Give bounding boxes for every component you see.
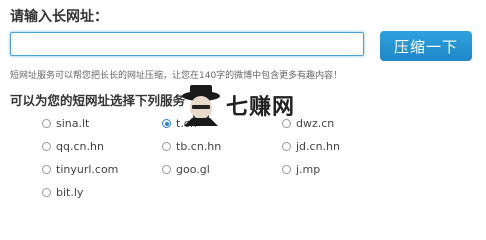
service-option-label: tb.cn.hn bbox=[176, 140, 222, 153]
service-option-j-mp[interactable]: j.mp bbox=[282, 163, 320, 176]
service-option-label: qq.cn.hn bbox=[56, 140, 104, 153]
compress-button[interactable]: 压缩一下 bbox=[380, 31, 472, 61]
service-option-label: jd.cn.hn bbox=[296, 140, 340, 153]
service-option-sina-lt[interactable]: sina.lt bbox=[42, 117, 89, 130]
hat-man-logo-icon bbox=[182, 85, 220, 126]
radio-icon[interactable] bbox=[162, 142, 171, 151]
service-option-tb-cn-hn[interactable]: tb.cn.hn bbox=[162, 140, 221, 153]
service-option-label: goo.gl bbox=[176, 163, 210, 176]
radio-icon[interactable] bbox=[42, 165, 51, 174]
radio-icon[interactable] bbox=[282, 142, 291, 151]
service-description: 短网址服务可以帮您把长长的网址压缩，让您在140字的微博中包含更多有趣内容！ bbox=[10, 71, 343, 81]
radio-checked-icon[interactable] bbox=[162, 119, 171, 128]
radio-icon[interactable] bbox=[162, 165, 171, 174]
radio-icon[interactable] bbox=[42, 119, 51, 128]
service-option-label: bit.ly bbox=[56, 186, 84, 199]
watermark-text: 七赚网 bbox=[226, 95, 296, 120]
service-option-jd-cn-hn[interactable]: jd.cn.hn bbox=[282, 140, 340, 153]
radio-icon[interactable] bbox=[282, 165, 291, 174]
service-option-tinyurl[interactable]: tinyurl.com bbox=[42, 163, 118, 176]
radio-icon[interactable] bbox=[42, 188, 51, 197]
long-url-input[interactable] bbox=[10, 32, 364, 56]
service-option-label: j.mp bbox=[296, 163, 321, 176]
service-option-goo-gl[interactable]: goo.gl bbox=[162, 163, 210, 176]
service-option-label: dwz.cn bbox=[296, 117, 335, 130]
service-option-label: sina.lt bbox=[56, 117, 90, 130]
service-option-qq-cn-hn[interactable]: qq.cn.hn bbox=[42, 140, 104, 153]
service-option-label: tinyurl.com bbox=[56, 163, 119, 176]
radio-icon[interactable] bbox=[42, 142, 51, 151]
service-section-title: 可以为您的短网址选择下列服务 bbox=[10, 93, 186, 108]
watermark: 七赚网 bbox=[180, 82, 295, 128]
service-option-bit-ly[interactable]: bit.ly bbox=[42, 186, 83, 199]
page-title: 请输入长网址： bbox=[10, 9, 108, 25]
